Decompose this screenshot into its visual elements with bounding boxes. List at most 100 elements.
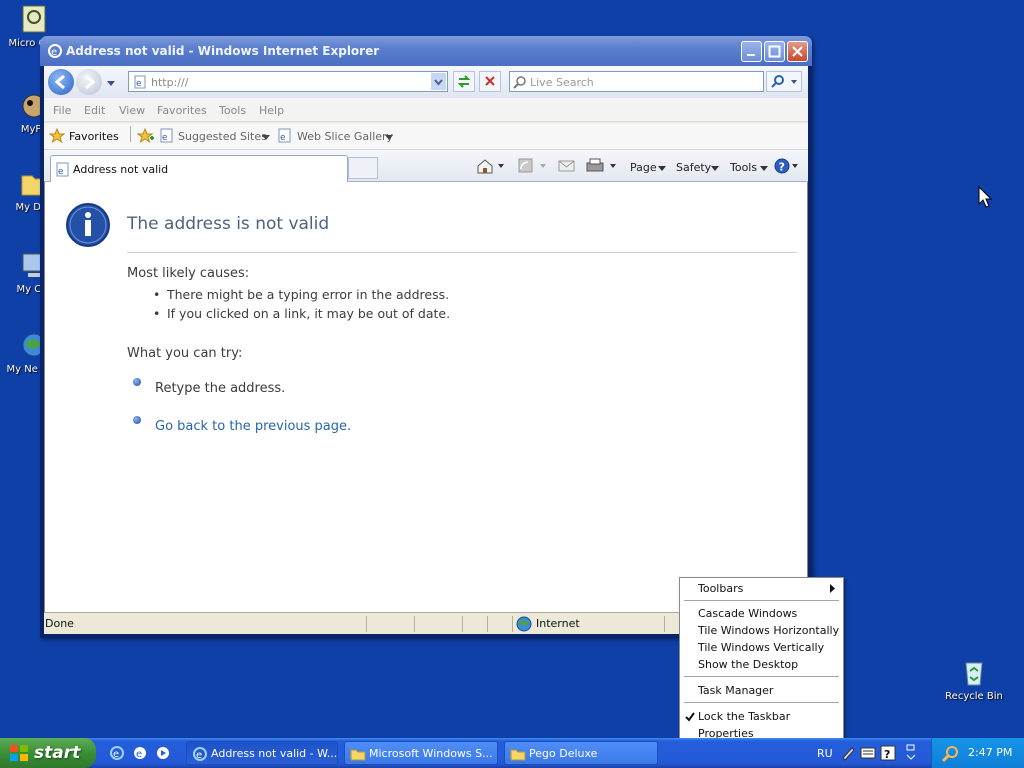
- svg-text:?: ?: [884, 748, 890, 761]
- task-microsoft-windows[interactable]: Microsoft Windows S...: [344, 741, 498, 765]
- back-button[interactable]: [48, 69, 74, 95]
- page-menu-button[interactable]: Page: [630, 161, 657, 174]
- search-input[interactable]: Live Search: [509, 71, 764, 92]
- media-player-icon[interactable]: [154, 745, 172, 761]
- help-icon[interactable]: ?: [880, 745, 896, 761]
- menu-item-lock-taskbar[interactable]: Lock the Taskbar: [698, 710, 790, 723]
- pen-icon[interactable]: [840, 745, 856, 761]
- menu-view[interactable]: View: [119, 104, 145, 117]
- chevron-down-icon: [760, 166, 768, 171]
- new-tab-button[interactable]: [348, 157, 378, 179]
- divider: [127, 252, 797, 253]
- print-button[interactable]: [585, 158, 617, 177]
- home-button[interactable]: [476, 158, 506, 177]
- maximize-button[interactable]: [764, 41, 785, 62]
- menu-item-tile-vertically[interactable]: Tile Windows Vertically: [698, 641, 824, 654]
- search-icon: [513, 76, 526, 89]
- globe-icon: [516, 616, 532, 632]
- safety-menu-button[interactable]: Safety: [676, 161, 711, 174]
- svg-text:e: e: [280, 133, 286, 143]
- go-back-link[interactable]: Go back to the previous page.: [155, 419, 351, 434]
- cause-bullet: •: [153, 306, 161, 321]
- menu-item-toolbars[interactable]: Toolbars: [698, 582, 743, 595]
- desktop-icon-recycle-bin[interactable]: Recycle Bin: [944, 657, 1004, 703]
- causes-heading: Most likely causes:: [127, 266, 250, 281]
- chevron-right-icon: [830, 584, 835, 593]
- tab-address-not-valid[interactable]: e Address not valid: [50, 155, 348, 182]
- svg-text:?: ?: [779, 161, 785, 174]
- feeds-button[interactable]: [518, 158, 548, 177]
- mail-icon: [558, 160, 575, 172]
- divider: [130, 126, 131, 142]
- cause-item: There might be a typing error in the add…: [167, 287, 450, 302]
- menu-item-cascade-windows[interactable]: Cascade Windows: [698, 607, 797, 620]
- options-icon[interactable]: [904, 743, 918, 763]
- menu-bar: File Edit View Favorites Tools Help: [44, 98, 808, 122]
- browser-frame: e http:/// Live Search File Edit View Fa…: [44, 66, 808, 634]
- svg-text:e: e: [136, 749, 142, 760]
- try-heading: What you can try:: [127, 346, 243, 361]
- add-to-favorites-bar-button[interactable]: [136, 127, 155, 147]
- page-icon: e: [160, 128, 173, 143]
- close-button[interactable]: [787, 41, 808, 62]
- menu-separator: [684, 676, 839, 677]
- menu-item-tile-horizontally[interactable]: Tile Windows Horizontally: [698, 624, 839, 637]
- start-label: start: [34, 743, 81, 763]
- search-icon[interactable]: [942, 745, 960, 763]
- task-address-not-valid[interactable]: e Address not valid - W...: [186, 741, 338, 765]
- divider: [664, 616, 665, 632]
- internet-explorer-icon: e: [193, 747, 207, 761]
- maximize-icon: [768, 45, 781, 58]
- title-bar[interactable]: e Address not valid - Windows Internet E…: [40, 36, 812, 66]
- favorites-bar: Favorites e Suggested Sites e Web Slice …: [44, 123, 808, 150]
- desktop: Micro Outl MyPa My Doc My Cor My Ne Plac…: [0, 0, 1024, 738]
- read-mail-button[interactable]: [558, 159, 576, 176]
- menu-tools[interactable]: Tools: [219, 104, 246, 117]
- outlook-express-icon[interactable]: e: [131, 745, 149, 761]
- folder-icon: [350, 749, 366, 761]
- taskbar-context-menu: Toolbars Cascade Windows Tile Windows Ho…: [679, 577, 844, 744]
- retype-address-text: Retype the address.: [155, 381, 286, 396]
- address-text: http:///: [151, 76, 189, 89]
- bullet-icon: [133, 416, 141, 424]
- keyboard-icon[interactable]: [860, 745, 876, 761]
- stop-button[interactable]: [479, 71, 501, 92]
- close-icon: [792, 46, 803, 57]
- address-dropdown[interactable]: [431, 73, 446, 90]
- language-indicator[interactable]: RU: [817, 747, 833, 760]
- menu-help[interactable]: Help: [259, 104, 284, 117]
- menu-favorites[interactable]: Favorites: [157, 104, 207, 117]
- menu-edit[interactable]: Edit: [84, 104, 105, 117]
- search-button[interactable]: [766, 71, 802, 92]
- task-pego-deluxe[interactable]: Pego Deluxe: [504, 741, 658, 765]
- clock[interactable]: 2:47 PM: [968, 746, 1012, 759]
- checkmark-icon: [685, 712, 695, 722]
- menu-item-task-manager[interactable]: Task Manager: [698, 684, 773, 697]
- menu-separator: [684, 600, 839, 601]
- minimize-icon: [747, 54, 755, 56]
- refresh-button[interactable]: [453, 71, 475, 92]
- recent-pages-dropdown[interactable]: [106, 78, 116, 91]
- help-button[interactable]: ?: [774, 158, 800, 177]
- menu-file[interactable]: File: [53, 104, 71, 117]
- tab-bar: e Address not valid Page Safety Tools ?: [44, 150, 808, 182]
- recycle-bin-icon: [958, 657, 990, 689]
- minimize-button[interactable]: [741, 41, 762, 62]
- bullet-icon: [133, 378, 141, 386]
- forward-button[interactable]: [76, 69, 102, 95]
- address-input[interactable]: e http:///: [128, 71, 448, 92]
- tab-label: Address not valid: [73, 163, 169, 176]
- home-icon: [477, 159, 504, 174]
- mouse-cursor-icon: [978, 186, 992, 208]
- arrow-left-icon: [54, 74, 65, 90]
- info-icon: [65, 202, 111, 248]
- internet-explorer-icon[interactable]: e: [108, 745, 126, 761]
- start-button[interactable]: start: [0, 738, 96, 768]
- desktop-icon-label: Recycle Bin: [945, 691, 1003, 702]
- star-icon: [49, 128, 65, 144]
- page-icon: e: [278, 128, 291, 143]
- system-tray: 2:47 PM: [931, 738, 1024, 768]
- security-zone[interactable]: Internet: [536, 617, 580, 630]
- tools-menu-button[interactable]: Tools: [730, 161, 757, 174]
- menu-item-show-desktop[interactable]: Show the Desktop: [698, 658, 798, 671]
